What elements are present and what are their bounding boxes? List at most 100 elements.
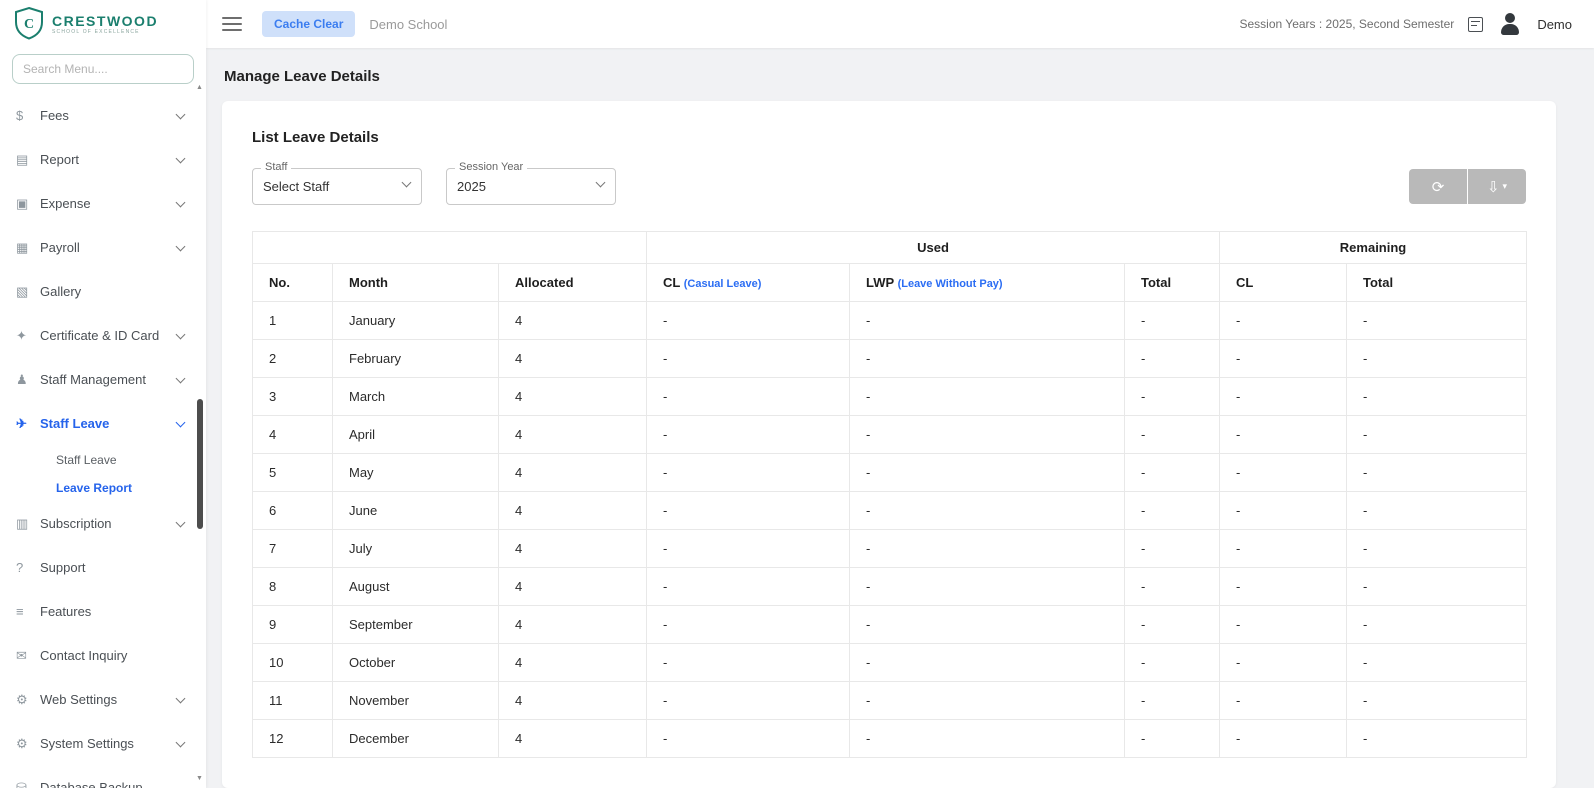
table-cell: - (1347, 530, 1527, 568)
staff-leave-icon: ✈ (16, 416, 40, 432)
sidebar-item-web-settings[interactable]: ⚙Web Settings (0, 678, 206, 722)
table-cell: 1 (253, 302, 333, 340)
school-name: Demo School (369, 17, 447, 32)
table-cell: - (1347, 606, 1527, 644)
table-cell: 6 (253, 492, 333, 530)
report-icon: ▤ (16, 152, 40, 168)
table-cell: July (333, 530, 499, 568)
sidebar-item-contact-inquiry[interactable]: ✉Contact Inquiry (0, 634, 206, 678)
table-cell: November (333, 682, 499, 720)
subscription-icon: ▥ (16, 516, 40, 532)
table-cell: - (850, 644, 1125, 682)
column-header-total: Total (1125, 264, 1220, 302)
table-cell: 4 (499, 682, 647, 720)
table-cell: - (1220, 378, 1347, 416)
chevron-down-icon (176, 374, 186, 384)
table-cell: - (1347, 720, 1527, 758)
table-cell: - (1125, 720, 1220, 758)
table-cell: - (647, 606, 850, 644)
table-cell: 4 (499, 340, 647, 378)
refresh-button[interactable]: ⟳ (1409, 169, 1467, 204)
table-cell: - (1125, 378, 1220, 416)
hamburger-menu-icon[interactable] (222, 17, 242, 31)
cache-clear-button[interactable]: Cache Clear (262, 11, 355, 37)
sidebar-item-report[interactable]: ▤Report (0, 138, 206, 182)
table-row: 5May4----- (253, 454, 1527, 492)
table-cell: - (647, 454, 850, 492)
table-cell: - (1220, 568, 1347, 606)
table-cell: - (1125, 492, 1220, 530)
chevron-down-icon (176, 198, 186, 208)
column-header-total: Total (1347, 264, 1527, 302)
sidebar-item-payroll[interactable]: ▦Payroll (0, 226, 206, 270)
sidebar-item-subscription[interactable]: ▥Subscription (0, 502, 206, 546)
session-years-text: Session Years : 2025, Second Semester (1240, 17, 1455, 31)
support-icon: ? (16, 560, 40, 576)
table-cell: - (850, 340, 1125, 378)
staff-filter: Staff Select Staff (252, 168, 422, 205)
table-cell: May (333, 454, 499, 492)
table-cell: August (333, 568, 499, 606)
gallery-icon: ▧ (16, 284, 40, 300)
sidebar-item-system-settings[interactable]: ⚙System Settings (0, 722, 206, 766)
scroll-down-icon[interactable]: ▼ (196, 775, 203, 782)
table-cell: - (647, 378, 850, 416)
sidebar-item-gallery[interactable]: ▧Gallery (0, 270, 206, 314)
sidebar-scrollbar[interactable]: ▲ ▼ (195, 84, 205, 782)
search-input[interactable] (12, 54, 194, 84)
chevron-down-icon (176, 110, 186, 120)
table-cell: - (1125, 416, 1220, 454)
table-cell: February (333, 340, 499, 378)
table-cell: 10 (253, 644, 333, 682)
table-cell: - (850, 530, 1125, 568)
table-cell: 3 (253, 378, 333, 416)
staff-filter-label: Staff (261, 161, 291, 173)
sidebar-item-features[interactable]: ≡Features (0, 590, 206, 634)
sidebar-subitem-staff-leave[interactable]: Staff Leave (0, 446, 206, 474)
user-avatar-icon[interactable] (1497, 11, 1523, 37)
table-row: 3March4----- (253, 378, 1527, 416)
user-name: Demo (1537, 17, 1572, 32)
sidebar-subitem-leave-report[interactable]: Leave Report (0, 474, 206, 502)
sidebar-item-staff-management[interactable]: ♟Staff Management (0, 358, 206, 402)
sidebar-item-fees[interactable]: $Fees (0, 94, 206, 138)
table-cell: - (1347, 492, 1527, 530)
chevron-down-icon (176, 738, 186, 748)
column-header-month: Month (333, 264, 499, 302)
table-cell: 9 (253, 606, 333, 644)
brand-name: CRESTWOOD (52, 13, 158, 29)
sidebar-item-support[interactable]: ?Support (0, 546, 206, 590)
session-year-select[interactable]: 2025 (446, 168, 616, 205)
table-cell: - (850, 492, 1125, 530)
export-button[interactable]: ⇩ ▾ (1468, 169, 1526, 204)
table-cell: - (1125, 340, 1220, 378)
system-settings-icon: ⚙ (16, 736, 40, 752)
table-cell: - (647, 720, 850, 758)
sidebar-item-certificate-id-card[interactable]: ✦Certificate & ID Card (0, 314, 206, 358)
table-cell: - (1125, 454, 1220, 492)
table-toolbar: ⟳ ⇩ ▾ (1409, 169, 1526, 204)
table-cell: - (850, 416, 1125, 454)
sidebar-item-label: System Settings (40, 736, 177, 752)
table-row: 6June4----- (253, 492, 1527, 530)
table-cell: - (1220, 644, 1347, 682)
sidebar-item-staff-leave[interactable]: ✈Staff Leave (0, 402, 206, 446)
sidebar-item-database-backup[interactable]: ⛁Database Backup (0, 766, 206, 788)
scrollbar-thumb[interactable] (197, 399, 203, 529)
session-year-filter-label: Session Year (455, 161, 527, 173)
table-cell: - (850, 568, 1125, 606)
contact-inquiry-icon: ✉ (16, 648, 40, 664)
caret-down-icon: ▾ (1503, 181, 1508, 192)
table-cell: 8 (253, 568, 333, 606)
table-cell: - (1125, 568, 1220, 606)
table-cell: 4 (499, 720, 647, 758)
sidebar-item-expense[interactable]: ▣Expense (0, 182, 206, 226)
scroll-up-icon[interactable]: ▲ (196, 84, 203, 91)
table-cell: - (1220, 530, 1347, 568)
table-cell: - (1220, 606, 1347, 644)
table-cell: - (850, 302, 1125, 340)
chevron-down-icon (176, 418, 186, 428)
table-cell: 4 (253, 416, 333, 454)
table-cell: March (333, 378, 499, 416)
staff-select[interactable]: Select Staff (252, 168, 422, 205)
